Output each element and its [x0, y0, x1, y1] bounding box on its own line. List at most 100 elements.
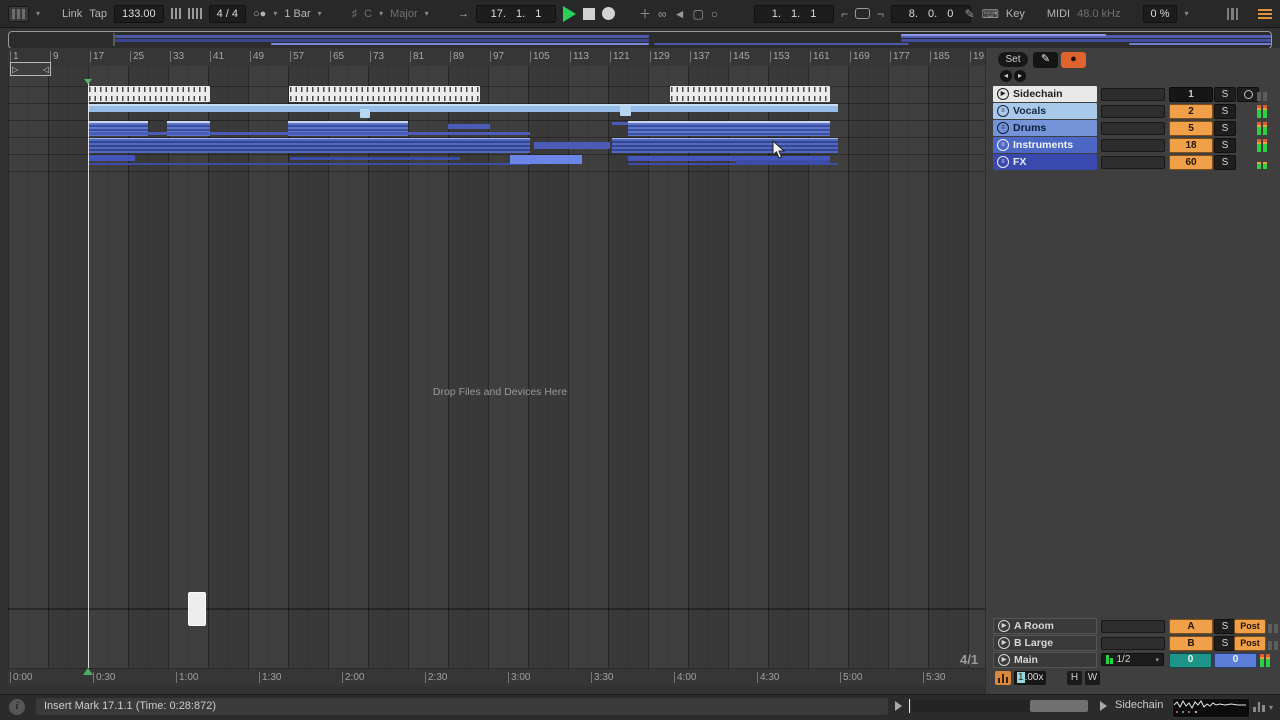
track-name[interactable]: ≡Instruments	[993, 137, 1097, 153]
panel-toggle-icon[interactable]	[1227, 8, 1239, 20]
arm-button[interactable]	[1237, 87, 1259, 102]
track-volume-slider[interactable]	[1101, 105, 1165, 118]
menu-icon[interactable]	[1258, 9, 1272, 19]
loop-switch[interactable]	[855, 8, 870, 19]
time-ruler[interactable]: 0:000:301:001:302:002:303:003:304:004:30…	[8, 668, 985, 687]
solo-button[interactable]: S	[1214, 104, 1236, 119]
midi-map-button[interactable]: MIDI	[1047, 8, 1070, 20]
cpu-chevron-icon[interactable]: ▾	[1184, 9, 1188, 18]
track-header-fx[interactable]: ≡FX60S	[986, 154, 1280, 170]
draw-automation-button[interactable]: ✎	[1033, 52, 1058, 68]
cue-out-menu[interactable]: 1/2▾	[1101, 653, 1164, 666]
arrangement-overview[interactable]	[8, 31, 1272, 49]
main-track-name[interactable]: ▶Main	[993, 652, 1097, 668]
track-name[interactable]: ▶Sidechain	[993, 86, 1097, 102]
record-button[interactable]	[602, 7, 615, 20]
return-volume-slider[interactable]	[1101, 620, 1165, 633]
key-map-button[interactable]: Key	[1006, 8, 1025, 20]
track-volume-slider[interactable]	[1101, 88, 1165, 101]
return-track-name[interactable]: ▶A Room	[993, 618, 1097, 634]
key-scale-chevron-icon[interactable]: ▾	[425, 9, 429, 18]
cue-volume-field[interactable]: 0	[1169, 653, 1212, 668]
width-zoom-button[interactable]: W	[1085, 671, 1100, 685]
key-root-menu[interactable]: C	[364, 8, 372, 20]
track-header-sidechain[interactable]: ▶Sidechain 1S	[986, 86, 1280, 102]
loop-brace[interactable]: ▷◁	[10, 62, 51, 76]
session-record-icon[interactable]: ▢	[692, 7, 703, 21]
return-activator-button[interactable]: A	[1169, 619, 1213, 634]
group-fold-icon[interactable]: ≡	[997, 122, 1009, 134]
punch-in-icon[interactable]: ⌐	[841, 7, 848, 21]
punch-out-icon[interactable]: ¬	[877, 7, 884, 21]
arrangement-position-field[interactable]: 17. 1. 1	[476, 5, 556, 23]
audio-engine-icon[interactable]	[995, 671, 1011, 685]
key-scale-menu[interactable]: Major	[390, 8, 418, 20]
follow-button[interactable]: →	[458, 8, 469, 20]
post-button[interactable]: Post	[1234, 619, 1266, 634]
track-header-drums[interactable]: ≡Drums5S	[986, 120, 1280, 136]
track-play-icon[interactable]: ▶	[998, 654, 1010, 666]
nudge-down-icon[interactable]	[171, 8, 181, 19]
track-activator-button[interactable]: 1	[1169, 87, 1213, 102]
stop-button[interactable]	[583, 8, 595, 20]
link-button[interactable]: Link	[62, 8, 82, 20]
solo-button[interactable]: S	[1214, 87, 1236, 102]
tempo-field[interactable]: 133.00	[114, 5, 164, 23]
beat-time-ruler[interactable]: 1917253341495765738189971051131211291371…	[8, 48, 985, 66]
track-activator-button[interactable]: 2	[1169, 104, 1213, 119]
time-signature-field[interactable]: 4 / 4	[209, 5, 246, 23]
ghost-clip[interactable]	[188, 592, 206, 626]
mini-play-icon[interactable]	[895, 701, 902, 711]
draw-mode-icon[interactable]: ✎	[965, 7, 975, 21]
track-volume-slider[interactable]	[1101, 139, 1165, 152]
return-track-b[interactable]: ▶B LargeBSPost	[986, 635, 1280, 651]
quantize-menu[interactable]: 1 Bar	[284, 8, 310, 20]
back-to-arrangement-button[interactable]: ●	[1061, 52, 1086, 68]
play-button[interactable]	[563, 6, 576, 22]
track-play-icon[interactable]: ▶	[998, 637, 1010, 649]
track-play-icon[interactable]: ▶	[998, 620, 1010, 632]
add-marker-icon[interactable]: ＋	[639, 5, 651, 22]
tap-tempo-button[interactable]: Tap	[89, 8, 107, 20]
clip-waveform-preview[interactable]	[1172, 698, 1250, 718]
set-locator-button[interactable]: Set	[998, 52, 1028, 67]
metronome-chevron-icon[interactable]: ▾	[273, 9, 277, 18]
return-track-name[interactable]: ▶B Large	[993, 635, 1097, 651]
return-track-a[interactable]: ▶A Room ASPost	[986, 618, 1280, 634]
loop-start-field[interactable]: 1. 1. 1	[754, 5, 834, 23]
track-name[interactable]: ≡Drums	[993, 120, 1097, 136]
track-activator-button[interactable]: 18	[1169, 138, 1213, 153]
computer-midi-keyboard-icon[interactable]: ⌨	[982, 7, 999, 21]
prev-locator-button[interactable]: ◂	[1000, 70, 1012, 82]
track-play-icon[interactable]: ▶	[997, 88, 1009, 100]
capture-icon[interactable]: ○	[711, 7, 718, 21]
scrollbar-handle[interactable]	[1030, 700, 1088, 712]
return-volume-slider[interactable]	[1101, 637, 1165, 650]
automation-arm-icon[interactable]: ◄	[674, 7, 686, 21]
output-meter-icon[interactable]	[1253, 701, 1265, 712]
metronome-button[interactable]: ○●	[253, 8, 266, 20]
arrangement-grid[interactable]	[8, 66, 985, 668]
overdub-icon[interactable]: ∞	[658, 7, 667, 21]
group-fold-icon[interactable]: ≡	[997, 156, 1009, 168]
clip-play-icon[interactable]	[1100, 701, 1107, 711]
height-zoom-button[interactable]: H	[1067, 671, 1082, 685]
solo-button[interactable]: S	[1214, 619, 1236, 634]
control-surface-icon[interactable]	[8, 6, 29, 22]
group-fold-icon[interactable]: ≡	[997, 139, 1009, 151]
solo-button[interactable]: S	[1214, 155, 1236, 170]
quantize-chevron-icon[interactable]: ▾	[318, 9, 322, 18]
track-volume-slider[interactable]	[1101, 122, 1165, 135]
track-name[interactable]: ≡FX	[993, 154, 1097, 170]
loop-length-field[interactable]: 8. 0. 0	[891, 5, 971, 23]
return-activator-button[interactable]: B	[1169, 636, 1213, 651]
track-activator-button[interactable]: 5	[1169, 121, 1213, 136]
track-volume-slider[interactable]	[1101, 156, 1165, 169]
group-fold-icon[interactable]: ≡	[997, 105, 1009, 117]
next-locator-button[interactable]: ▸	[1014, 70, 1026, 82]
zoom-level-field[interactable]: 1.00x	[1014, 671, 1046, 685]
main-track[interactable]: ▶Main 1/2▾ 00	[986, 652, 1280, 668]
solo-button[interactable]: S	[1214, 138, 1236, 153]
main-volume-field[interactable]: 0	[1214, 653, 1257, 668]
solo-button[interactable]: S	[1214, 636, 1236, 651]
